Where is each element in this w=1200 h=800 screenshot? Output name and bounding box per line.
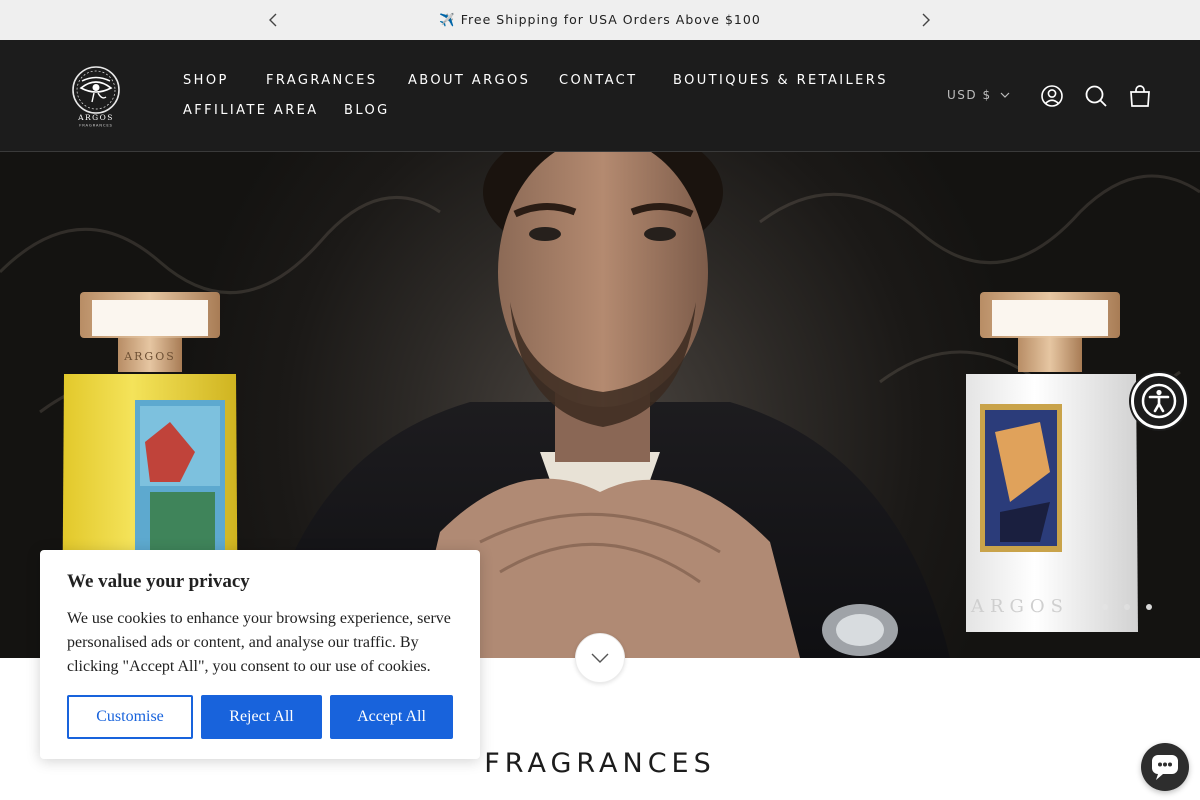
announcement-bar: ✈️ Free Shipping for USA Orders Above $1…	[0, 0, 1200, 40]
account-icon[interactable]	[1039, 83, 1065, 109]
accept-all-button[interactable]: Accept All	[330, 695, 453, 739]
cookie-consent-banner: We value your privacy We use cookies to …	[40, 550, 480, 759]
currency-selector[interactable]: USD $	[947, 88, 1010, 102]
chat-icon	[1152, 755, 1178, 780]
nav-contact[interactable]: CONTACT	[559, 73, 637, 88]
left-bottle-label: ARGOS	[123, 350, 176, 363]
cart-icon[interactable]	[1127, 83, 1153, 109]
announcement-next-button[interactable]	[914, 8, 938, 32]
chat-button[interactable]	[1141, 743, 1189, 791]
chevron-down-icon	[1000, 92, 1010, 98]
accessibility-icon	[1141, 383, 1177, 419]
nav-blog[interactable]: BLOG	[344, 103, 390, 118]
nav-affiliate-area[interactable]: AFFILIATE AREA	[183, 103, 319, 118]
chevron-down-icon	[591, 653, 609, 663]
argos-logo[interactable]: ARGOS FRAGRANCES	[68, 64, 124, 128]
right-bottle-label: ARGOS	[970, 596, 1069, 617]
cookie-text: We use cookies to enhance your browsing …	[67, 610, 451, 675]
chevron-right-icon	[922, 13, 930, 27]
nav-fragrances[interactable]: FRAGRANCES	[266, 73, 377, 88]
nav-about-argos[interactable]: ABOUT ARGOS	[408, 73, 530, 88]
search-icon[interactable]	[1083, 83, 1109, 109]
currency-label: USD $	[947, 88, 992, 102]
announcement-text: ✈️ Free Shipping for USA Orders Above $1…	[439, 12, 761, 27]
slide-dot-1[interactable]	[1102, 604, 1108, 610]
nav-boutiques-retailers[interactable]: BOUTIQUES & RETAILERS	[673, 73, 888, 88]
customise-button[interactable]: Customise	[67, 695, 193, 739]
scroll-down-button[interactable]	[575, 633, 625, 683]
cookie-title: We value your privacy	[67, 571, 250, 592]
slide-dot-2[interactable]	[1124, 604, 1130, 610]
accessibility-button[interactable]	[1131, 373, 1187, 429]
nav-shop[interactable]: SHOP	[183, 73, 229, 88]
slide-dot-3[interactable]	[1146, 604, 1152, 610]
site-header: ARGOS FRAGRANCES SHOP FRAGRANCES ABOUT A…	[0, 40, 1200, 152]
logo-subtext: FRAGRANCES	[79, 123, 113, 128]
logo-text: ARGOS	[77, 113, 114, 122]
reject-all-button[interactable]: Reject All	[201, 695, 322, 739]
